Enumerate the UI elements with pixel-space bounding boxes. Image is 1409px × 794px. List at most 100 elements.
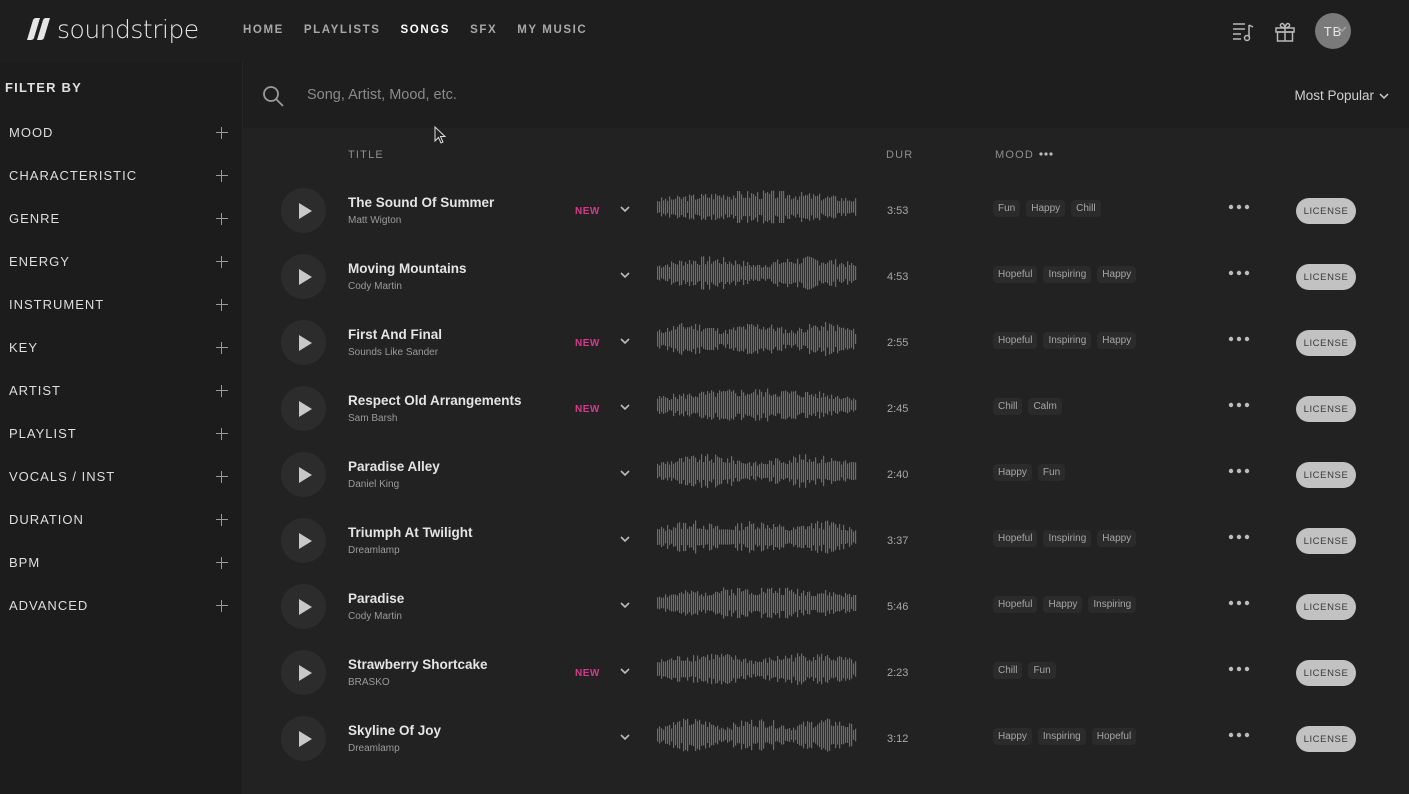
mood-tag[interactable]: Happy xyxy=(1043,596,1083,613)
song-row[interactable]: Skyline Of Joy Dreamlamp 3:12 Happy Inspi… xyxy=(243,706,1409,772)
mood-tag[interactable]: Calm xyxy=(1028,398,1062,415)
plus-icon[interactable] xyxy=(216,298,228,311)
waveform[interactable] xyxy=(657,453,857,489)
waveform[interactable] xyxy=(657,189,857,225)
song-title[interactable]: The Sound Of Summer xyxy=(348,195,494,210)
nav-playlists[interactable]: PLAYLISTS xyxy=(304,24,381,36)
search-input[interactable] xyxy=(307,82,907,108)
play-button[interactable] xyxy=(281,518,326,563)
mood-tag[interactable]: Chill xyxy=(993,398,1023,415)
waveform[interactable] xyxy=(657,387,857,423)
filter-energy[interactable]: ENERGY xyxy=(0,240,243,283)
waveform[interactable] xyxy=(657,321,857,357)
play-button[interactable] xyxy=(281,254,326,299)
mood-tag[interactable]: Fun xyxy=(993,200,1021,217)
waveform[interactable] xyxy=(657,519,857,555)
license-button[interactable]: LICENSE xyxy=(1296,594,1356,620)
chevron-down-icon[interactable] xyxy=(619,468,631,478)
song-row[interactable]: Paradise Alley Daniel King 2:40 Happy Fun… xyxy=(243,442,1409,508)
play-button[interactable] xyxy=(281,188,326,233)
chevron-down-icon[interactable] xyxy=(619,600,631,610)
chevron-down-icon[interactable] xyxy=(619,534,631,544)
mood-tag[interactable]: Fun xyxy=(1028,662,1056,679)
nav-home[interactable]: HOME xyxy=(243,24,284,36)
play-button[interactable] xyxy=(281,650,326,695)
song-artist[interactable]: Matt Wigton xyxy=(348,215,401,226)
gift-icon[interactable] xyxy=(1273,19,1297,43)
queue-music-icon[interactable] xyxy=(1231,19,1255,43)
song-title[interactable]: Moving Mountains xyxy=(348,261,467,276)
more-horizontal-icon[interactable] xyxy=(1228,270,1250,276)
nav-my-music[interactable]: MY MUSIC xyxy=(517,24,587,36)
song-artist[interactable]: Sam Barsh xyxy=(348,413,397,424)
chevron-down-icon[interactable] xyxy=(619,270,631,280)
mood-tag[interactable]: Fun xyxy=(1037,464,1066,481)
play-button[interactable] xyxy=(281,452,326,497)
soundstripe-logo[interactable]: soundstripe xyxy=(24,16,199,44)
more-horizontal-icon[interactable] xyxy=(1228,666,1250,672)
nav-sfx[interactable]: SFX xyxy=(470,24,497,36)
chevron-down-icon[interactable] xyxy=(619,336,631,346)
song-row[interactable]: Respect Old Arrangements Sam Barsh NEW 2… xyxy=(243,376,1409,442)
song-row[interactable]: Strawberry Shortcake BRASKO NEW 2:23 Chi… xyxy=(243,640,1409,706)
play-button[interactable] xyxy=(281,584,326,629)
license-button[interactable]: LICENSE xyxy=(1296,330,1356,356)
song-row[interactable]: Triumph At Twilight Dreamlamp 3:37 Hopef… xyxy=(243,508,1409,574)
plus-icon[interactable] xyxy=(216,556,228,569)
plus-icon[interactable] xyxy=(216,169,228,182)
song-artist[interactable]: Daniel King xyxy=(348,479,399,490)
waveform[interactable] xyxy=(657,255,857,291)
chevron-down-icon[interactable] xyxy=(619,204,631,214)
more-horizontal-icon[interactable] xyxy=(1228,468,1250,474)
song-title[interactable]: Strawberry Shortcake xyxy=(348,657,488,672)
filter-artist[interactable]: ARTIST xyxy=(0,369,243,412)
song-row[interactable]: The Sound Of Summer Matt Wigton NEW 3:53… xyxy=(243,178,1409,244)
song-title[interactable]: Skyline Of Joy xyxy=(348,723,441,738)
mood-tag[interactable]: Happy xyxy=(1026,200,1066,217)
mood-tag[interactable]: Chill xyxy=(1071,200,1101,217)
nav-songs[interactable]: SONGS xyxy=(401,24,451,36)
waveform[interactable] xyxy=(657,651,857,687)
mood-tag[interactable]: Hopeful xyxy=(1091,728,1137,745)
mood-tag[interactable]: Inspiring xyxy=(1088,596,1137,613)
mood-tag[interactable]: Chill xyxy=(993,662,1023,679)
filter-advanced[interactable]: ADVANCED xyxy=(0,584,243,627)
song-title[interactable]: Triumph At Twilight xyxy=(348,525,472,540)
plus-icon[interactable] xyxy=(216,126,228,139)
more-horizontal-icon[interactable] xyxy=(1228,600,1250,606)
plus-icon[interactable] xyxy=(216,255,228,268)
license-button[interactable]: LICENSE xyxy=(1296,462,1356,488)
filter-vocals-inst[interactable]: VOCALS / INST xyxy=(0,455,243,498)
mood-tag[interactable]: Inspiring xyxy=(1043,266,1092,283)
mood-tag[interactable]: Happy xyxy=(1097,332,1137,349)
play-button[interactable] xyxy=(281,386,326,431)
song-row[interactable]: Moving Mountains Cody Martin 4:53 Hopefu… xyxy=(243,244,1409,310)
song-title[interactable]: Paradise xyxy=(348,591,404,606)
song-artist[interactable]: Sounds Like Sander xyxy=(348,347,438,358)
filter-characteristic[interactable]: CHARACTERISTIC xyxy=(0,154,243,197)
song-row[interactable]: First And Final Sounds Like Sander NEW 2… xyxy=(243,310,1409,376)
plus-icon[interactable] xyxy=(216,470,228,483)
filter-instrument[interactable]: INSTRUMENT xyxy=(0,283,243,326)
plus-icon[interactable] xyxy=(216,384,228,397)
more-horizontal-icon[interactable] xyxy=(1228,402,1250,408)
plus-icon[interactable] xyxy=(216,212,228,225)
mood-tag[interactable]: Happy xyxy=(993,464,1032,481)
more-horizontal-icon[interactable] xyxy=(1228,534,1250,540)
mood-tag[interactable]: Happy xyxy=(1097,266,1137,283)
filter-bpm[interactable]: BPM xyxy=(0,541,243,584)
license-button[interactable]: LICENSE xyxy=(1296,264,1356,290)
license-button[interactable]: LICENSE xyxy=(1296,198,1356,224)
more-horizontal-icon[interactable] xyxy=(1228,732,1250,738)
song-title[interactable]: Respect Old Arrangements xyxy=(348,393,522,408)
filter-playlist[interactable]: PLAYLIST xyxy=(0,412,243,455)
play-button[interactable] xyxy=(281,320,326,365)
mood-tag[interactable]: Hopeful xyxy=(993,332,1038,349)
license-button[interactable]: LICENSE xyxy=(1296,396,1356,422)
song-artist[interactable]: Cody Martin xyxy=(348,281,402,292)
license-button[interactable]: LICENSE xyxy=(1296,528,1356,554)
filter-key[interactable]: KEY xyxy=(0,326,243,369)
search-icon[interactable] xyxy=(261,84,285,108)
chevron-down-icon[interactable] xyxy=(1337,25,1347,33)
license-button[interactable]: LICENSE xyxy=(1296,660,1356,686)
